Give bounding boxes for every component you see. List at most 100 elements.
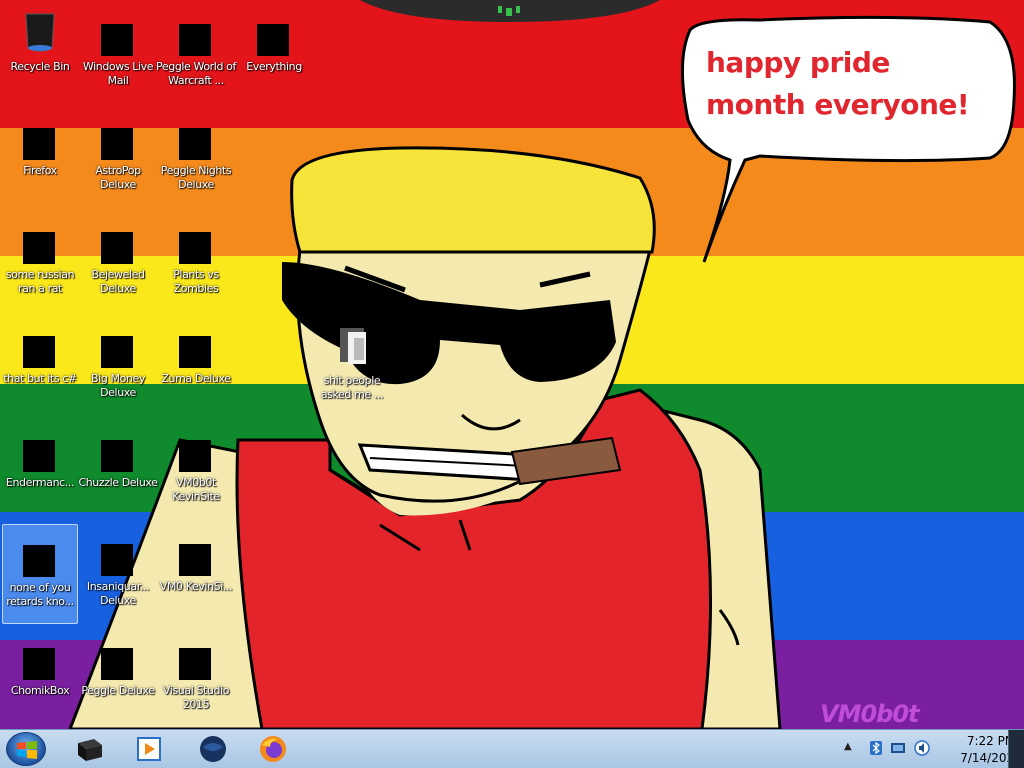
- desktop-icon-big-money-deluxe[interactable]: Big Money Deluxe: [80, 316, 156, 416]
- zuma-icon: [172, 320, 220, 368]
- desktop-icon-peggle-deluxe[interactable]: Peggle Deluxe: [80, 628, 156, 728]
- desktop-icon-label: Big Money Deluxe: [91, 372, 145, 399]
- desktop-icon-label: Plants vs Zombies: [173, 268, 219, 295]
- desktop-icon-chomikbox[interactable]: ChomikBox: [2, 628, 78, 728]
- show-desktop-button[interactable]: [1008, 730, 1024, 768]
- desktop-icon-label: Visual Studio 2015: [162, 684, 230, 711]
- chomikbox-icon: [16, 632, 64, 680]
- redaction-block: [23, 648, 55, 680]
- redaction-block: [23, 440, 55, 472]
- system-tray: ▲ 7:22 PM 7/14/2024: [836, 730, 1024, 768]
- desktop-icon-label: Zuma Deluxe: [161, 372, 231, 385]
- shortcut-icon: [16, 320, 64, 368]
- firefox-icon: [260, 736, 286, 762]
- redaction-block: [101, 232, 133, 264]
- redaction-block: [23, 232, 55, 264]
- windows-logo-icon: [17, 741, 37, 759]
- redaction-block: [179, 128, 211, 160]
- desktop-icon-label: shit people asked me ...: [320, 374, 384, 401]
- peggle-icon: [172, 8, 220, 56]
- desktop[interactable]: happy pride month everyone! VM0b0t shit …: [0, 0, 1024, 729]
- search-icon: [250, 8, 298, 56]
- redaction-block: [179, 544, 211, 576]
- taskbar-pinned-terminal[interactable]: [62, 732, 116, 767]
- desktop-icon-label: Recycle Bin: [10, 60, 70, 73]
- desktop-icon-label: VM0b0t KevinSite: [172, 476, 220, 503]
- redaction-block: [23, 128, 55, 160]
- mail-icon: [94, 8, 142, 56]
- desktop-icon-plants-vs-zombies[interactable]: Plants vs Zombies: [158, 212, 234, 312]
- redaction-block: [101, 440, 133, 472]
- globe-icon: [200, 736, 226, 762]
- desktop-icon-label: Windows Live Mail: [82, 60, 154, 87]
- desktop-icon-vm0-kevinsite[interactable]: VM0 KevinSi...: [158, 524, 234, 624]
- desktop-icon-windows-live-mail[interactable]: Windows Live Mail: [80, 4, 156, 104]
- desktop-icon-label: AstroPop Deluxe: [95, 164, 141, 191]
- desktop-icon-label: VM0 KevinSi...: [159, 580, 233, 593]
- redaction-block: [101, 24, 133, 56]
- visual-studio-icon: [172, 632, 220, 680]
- network-icon[interactable]: [890, 740, 906, 756]
- desktop-icon-peggle-world-of-warcraft[interactable]: Peggle World of Warcraft ...: [156, 4, 236, 104]
- redaction-block: [179, 440, 211, 472]
- redaction-block: [23, 545, 55, 577]
- insaniquarium-icon: [94, 528, 142, 576]
- desktop-icon-some-russian-ran-a-rat[interactable]: some russian ran a rat: [2, 212, 78, 312]
- desktop-icon-none-of-you-know[interactable]: none of you retards kno...: [2, 524, 78, 624]
- taskbar-pinned-globe[interactable]: [186, 732, 240, 767]
- desktop-icon-firefox[interactable]: Firefox: [2, 108, 78, 208]
- taskbar-pinned-media-player[interactable]: [122, 732, 176, 767]
- desktop-icon-chuzzle-deluxe[interactable]: Chuzzle Deluxe: [78, 420, 158, 520]
- redaction-block: [179, 648, 211, 680]
- desktop-icon-endermanc[interactable]: Endermanc...: [2, 420, 78, 520]
- redaction-block: [179, 336, 211, 368]
- firefox-icon: [16, 112, 64, 160]
- redaction-block: [179, 24, 211, 56]
- speech-bubble-text: happy pride month everyone!: [706, 46, 970, 121]
- desktop-icon-center-folder[interactable]: shit people asked me ...: [314, 318, 390, 418]
- desktop-icon-vm0b0t-kevinsite[interactable]: VM0b0t KevinSite: [158, 420, 234, 520]
- show-hidden-icons-chevron-icon[interactable]: ▲: [844, 741, 852, 752]
- desktop-icon-label: Bejeweled Deluxe: [91, 268, 145, 295]
- desktop-icon-label: Peggle World of Warcraft ...: [156, 60, 236, 87]
- redaction-block: [101, 336, 133, 368]
- taskbar-pinned-firefox[interactable]: [246, 732, 300, 767]
- chuzzle-icon: [94, 424, 142, 472]
- desktop-icon-insaniquarium-deluxe[interactable]: Insaniquar... Deluxe: [80, 524, 156, 624]
- bluetooth-icon[interactable]: [868, 740, 884, 756]
- desktop-icon-bejeweled-deluxe[interactable]: Bejeweled Deluxe: [80, 212, 156, 312]
- desktop-icon-label: Insaniquar... Deluxe: [86, 580, 150, 607]
- desktop-icon-label: Peggle Nights Deluxe: [160, 164, 232, 191]
- peggle-nights-icon: [172, 112, 220, 160]
- desktop-icon-label: some russian ran a rat: [5, 268, 75, 295]
- desktop-icon-that-but-its-csharp[interactable]: that but its c#: [2, 316, 78, 416]
- start-button[interactable]: [6, 732, 46, 766]
- executable-icon: [16, 216, 64, 264]
- desktop-icon-label: Peggle Deluxe: [81, 684, 155, 697]
- desktop-icon-recycle-bin[interactable]: Recycle Bin: [2, 4, 78, 104]
- money-bag-icon: [94, 320, 142, 368]
- desktop-icon-label: Chuzzle Deluxe: [78, 476, 158, 489]
- folder-icon: [328, 322, 376, 370]
- redaction-block: [23, 336, 55, 368]
- desktop-icon-visual-studio-2015[interactable]: Visual Studio 2015: [158, 628, 234, 728]
- document-icon: [172, 528, 220, 576]
- desktop-icon-astropop-deluxe[interactable]: AstroPop Deluxe: [80, 108, 156, 208]
- wallpaper-signature: VM0b0t: [820, 700, 920, 728]
- recycle-bin-icon: [16, 8, 64, 56]
- desktop-icon-label: ChomikBox: [10, 684, 70, 697]
- media-player-icon: [137, 737, 161, 761]
- terminal-icon: [78, 739, 102, 761]
- volume-icon[interactable]: [914, 740, 930, 756]
- redaction-block: [101, 544, 133, 576]
- peggle-icon: [94, 632, 142, 680]
- red-disc-icon: [16, 529, 64, 577]
- astropop-icon: [94, 112, 142, 160]
- desktop-icon-label: none of you retards kno...: [6, 581, 74, 608]
- desktop-icon-peggle-nights-deluxe[interactable]: Peggle Nights Deluxe: [158, 108, 234, 208]
- desktop-icon-label: that but its c#: [3, 372, 77, 385]
- redaction-block: [101, 128, 133, 160]
- desktop-icon-zuma-deluxe[interactable]: Zuma Deluxe: [158, 316, 234, 416]
- desktop-icon-everything[interactable]: Everything: [236, 4, 312, 104]
- taskbar: ▲ 7:22 PM 7/14/2024: [0, 729, 1024, 768]
